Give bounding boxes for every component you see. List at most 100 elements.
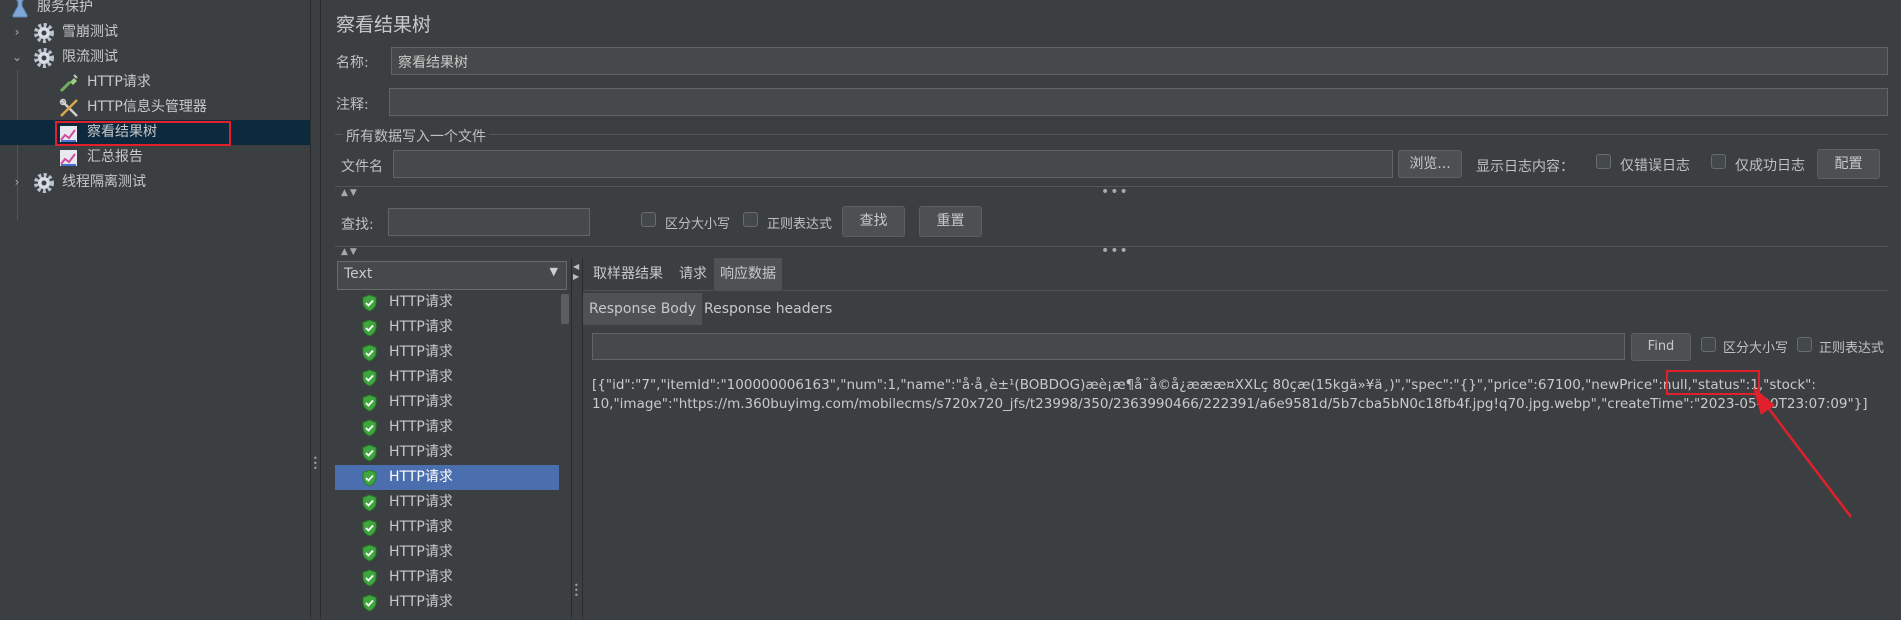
list-item-label: HTTP请求 (389, 369, 453, 385)
chevron-right-icon[interactable]: › (10, 20, 24, 45)
tree-item-summary-report[interactable]: 汇总报告 (0, 145, 310, 170)
list-item[interactable]: HTTP请求 (335, 465, 559, 490)
list-item[interactable]: HTTP请求 (335, 565, 559, 590)
list-item[interactable]: HTTP请求 (335, 340, 559, 365)
results-tree-panel: 察看结果树 名称: 察看结果树 注释: 所有数据写入一个文件 文件名 浏览...… (321, 0, 1901, 620)
tree-item-thread-isolation-test[interactable]: › 线程隔离测试 (0, 170, 310, 195)
success-shield-icon (362, 569, 377, 587)
tab-sampler-result[interactable]: 取样器结果 (587, 258, 669, 290)
list-item[interactable]: HTTP请求 (335, 515, 559, 540)
list-item-label: HTTP请求 (389, 544, 453, 560)
filename-label: 文件名 (341, 159, 383, 175)
renderer-select[interactable]: Text ▼ (337, 261, 567, 290)
tree-item-label: HTTP信息头管理器 (87, 99, 207, 115)
file-section-title: 所有数据写入一个文件 (343, 126, 489, 146)
section-divider (335, 134, 1888, 135)
name-field[interactable]: 察看结果树 (391, 47, 1888, 75)
success-shield-icon (362, 294, 377, 312)
find-button[interactable]: 查找 (842, 206, 905, 237)
config-button[interactable]: 配置 (1817, 149, 1880, 179)
list-scrollbar[interactable] (561, 294, 569, 324)
tree-item-service-protection[interactable]: 服务保护 (0, 0, 310, 20)
list-item-label: HTTP请求 (389, 494, 453, 510)
comment-label: 注释: (336, 97, 369, 113)
tree-item-avalanche-test[interactable]: › 雪崩测试 (0, 20, 310, 45)
gear-icon (34, 48, 54, 68)
list-item-label: HTTP请求 (389, 419, 453, 435)
success-shield-icon (362, 369, 377, 387)
tab-request[interactable]: 请求 (673, 258, 713, 290)
list-item-label: HTTP请求 (389, 519, 453, 535)
results-list[interactable]: HTTP请求 HTTP请求 HTTP请求 HTTP请求 HTTP请求 HTTP请求 HTTP… (335, 290, 565, 619)
tree-item-http-request[interactable]: HTTP请求 (0, 70, 310, 95)
collapse-arrows-icon[interactable]: ◀ ▶ (573, 262, 579, 282)
response-search-input[interactable] (592, 333, 1625, 360)
gear-icon (34, 23, 54, 43)
collapse-arrows-icon[interactable]: ▲▼ (341, 188, 359, 198)
tree-item-label: 线程隔离测试 (62, 174, 146, 190)
comment-field[interactable] (389, 88, 1888, 116)
response-case-checkbox[interactable] (1701, 337, 1716, 352)
chevron-right-icon[interactable]: › (10, 170, 24, 195)
success-shield-icon (362, 594, 377, 612)
response-find-button[interactable]: Find (1631, 333, 1691, 361)
drag-handle-icon[interactable]: ••• (1101, 185, 1129, 199)
list-item-label: HTTP请求 (389, 594, 453, 610)
response-regex-checkbox[interactable] (1797, 337, 1812, 352)
tree-item-label: 服务保护 (37, 0, 93, 15)
drag-handle-icon[interactable]: ••• (1101, 244, 1129, 258)
page-title: 察看结果树 (336, 14, 432, 36)
list-item-label: HTTP请求 (389, 394, 453, 410)
list-item[interactable]: HTTP请求 (335, 390, 559, 415)
gear-icon (34, 173, 54, 193)
tree-item-label: HTTP请求 (87, 74, 151, 90)
list-item[interactable]: HTTP请求 (335, 290, 559, 315)
list-splitter[interactable]: ◀ ▶ • • • (571, 258, 583, 619)
list-item[interactable]: HTTP请求 (335, 490, 559, 515)
tree-item-header-manager[interactable]: HTTP信息头管理器 (0, 95, 310, 120)
regex-checkbox[interactable] (743, 212, 758, 227)
success-shield-icon (362, 544, 377, 562)
regex-label: 正则表达式 (767, 217, 833, 232)
list-item[interactable]: HTTP请求 (335, 540, 559, 565)
filename-field[interactable] (393, 150, 1393, 178)
list-item[interactable]: HTTP请求 (335, 365, 559, 390)
list-item-label: HTTP请求 (389, 294, 453, 310)
search-input[interactable] (388, 208, 590, 236)
success-shield-icon (362, 444, 377, 462)
list-item[interactable]: HTTP请求 (335, 590, 559, 615)
errors-only-checkbox[interactable] (1596, 154, 1611, 169)
search-label: 查找: (341, 217, 374, 233)
chevron-down-icon[interactable]: ⌄ (10, 45, 24, 70)
list-item-label: HTTP请求 (389, 469, 453, 485)
collapse-arrows-icon[interactable]: ▲▼ (341, 247, 359, 257)
response-body-line: 10,"image":"https://m.360buyimg.com/mobi… (592, 396, 1868, 412)
list-item-label: HTTP请求 (389, 319, 453, 335)
tab-response-headers[interactable]: Response headers (698, 293, 838, 325)
highlight-box (55, 121, 231, 146)
tab-response-body[interactable]: Response Body (583, 293, 703, 325)
renderer-select-value: Text (344, 266, 373, 282)
tab-response-data[interactable]: 响应数据 (714, 258, 782, 290)
success-only-checkbox[interactable] (1711, 154, 1726, 169)
tree-item-label: 雪崩测试 (62, 24, 118, 40)
pipette-icon (59, 74, 78, 93)
drag-handle-icon[interactable]: ••• (574, 582, 579, 600)
success-shield-icon (362, 419, 377, 437)
list-item[interactable]: HTTP请求 (335, 440, 559, 465)
test-plan-tree: 服务保护 › 雪崩测试 ⌄ 限流测试 HTTP请求 HTTP信息头管理器 察看结… (0, 0, 311, 619)
pane-splitter[interactable]: • • • (311, 0, 321, 619)
success-shield-icon (362, 394, 377, 412)
tree-item-label: 汇总报告 (87, 149, 143, 165)
flask-icon (12, 0, 28, 18)
tree-item-rate-limit-test[interactable]: ⌄ 限流测试 (0, 45, 310, 70)
tools-icon (59, 98, 78, 117)
browse-button[interactable]: 浏览... (1398, 150, 1462, 178)
drag-handle-icon[interactable]: ••• (313, 455, 318, 473)
reset-button[interactable]: 重置 (919, 206, 982, 237)
log-content-label: 显示日志内容： (1476, 159, 1574, 175)
case-sensitive-checkbox[interactable] (641, 212, 656, 227)
success-only-label: 仅成功日志 (1735, 158, 1805, 174)
list-item[interactable]: HTTP请求 (335, 415, 559, 440)
list-item[interactable]: HTTP请求 (335, 315, 559, 340)
